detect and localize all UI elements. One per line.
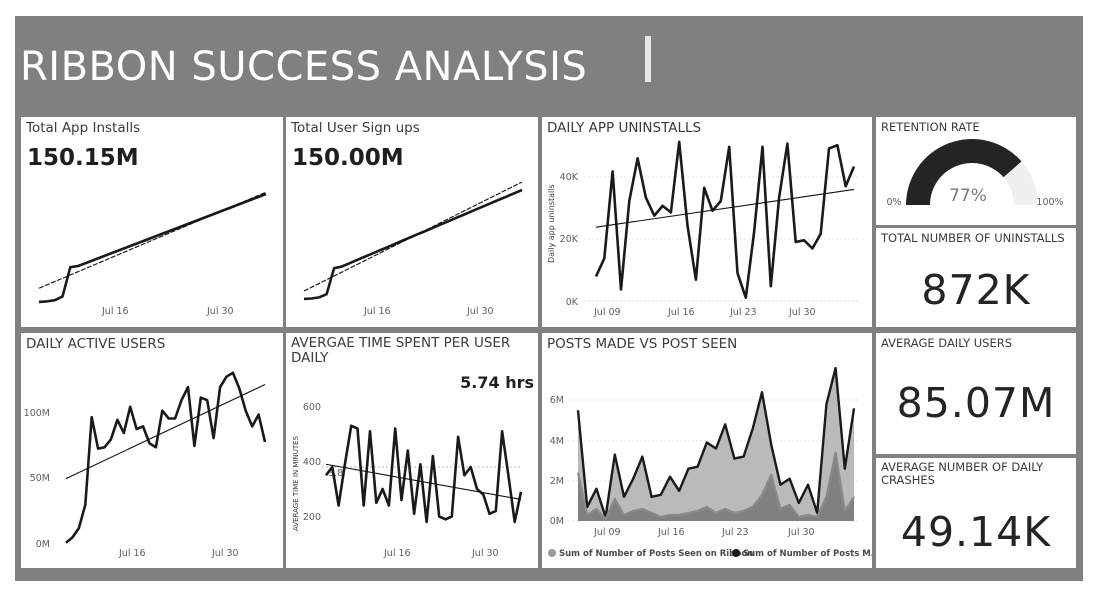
y-tick-label: 6M <box>550 395 564 406</box>
installs-chart: Jul 16 Jul 30 <box>38 191 267 317</box>
y-tick-label: 40K <box>560 172 579 183</box>
x-tick-label: Jul 09 <box>593 527 621 538</box>
x-tick-label: Jul 30 <box>471 548 499 559</box>
series-line <box>594 140 856 299</box>
retention-card[interactable]: RETENTION RATE 77% 0% 100% <box>876 117 1076 225</box>
gauge-value: 77% <box>949 186 987 206</box>
gauge-max-label: 100% <box>1036 197 1063 208</box>
time-spent-card[interactable]: AVERGAE TIME SPENT PER USER DAILY 5.74 h… <box>286 333 538 568</box>
y-tick-label: 20K <box>560 234 579 245</box>
avg-crashes-title: AVERAGE NUMBER OF DAILY CRASHES <box>881 460 1044 487</box>
legend-dot-icon <box>548 549 556 557</box>
installs-card[interactable]: Total App Installs 150.15M Jul 16 Jul 30 <box>21 117 283 327</box>
series-line <box>303 188 523 301</box>
uninstalls-card[interactable]: DAILY APP UNINSTALLS 40K 20K 0K Daily ap… <box>542 117 872 327</box>
legend-label: Sum of Number of Posts Seen on Ribbon <box>559 549 754 559</box>
dau-card[interactable]: DAILY ACTIVE USERS 100M 50M 0M Jul 16 Ju… <box>21 333 283 568</box>
avg-daily-users-card[interactable]: AVERAGE DAILY USERS 85.07M <box>876 333 1076 454</box>
y-axis-label: AVERAGE TIME IN MINUTES <box>292 435 300 531</box>
total-uninstalls-value: 872K <box>921 266 1031 314</box>
y-tick-label: 0K <box>566 297 579 308</box>
y-tick-label: 400 <box>303 457 321 468</box>
avg-crashes-value: 49.14K <box>900 508 1052 556</box>
x-tick-label: Jul 16 <box>657 527 685 538</box>
x-tick-label: Jul 16 <box>118 548 146 559</box>
trend-line <box>38 191 267 289</box>
avg-daily-users-title: AVERAGE DAILY USERS <box>881 336 1013 350</box>
y-tick-label: 600 <box>303 402 321 413</box>
time-spent-chart: 600 400 200 3.8 AVERAGE TIME IN MINUTES … <box>292 402 523 559</box>
x-tick-label: Jul 09 <box>593 307 621 318</box>
x-tick-label: Jul 16 <box>363 306 391 317</box>
signups-chart: Jul 16 Jul 30 <box>303 181 523 317</box>
x-tick-label: Jul 30 <box>788 307 816 318</box>
trend-line <box>595 188 855 228</box>
retention-gauge: 77% 0% 100% <box>886 139 1064 208</box>
y-tick-label: 2M <box>550 476 564 487</box>
legend-item-made[interactable]: Sum of Number of Posts M... <box>732 549 872 559</box>
y-tick-label: 100M <box>24 408 50 419</box>
page-title: RIBBON SUCCESS ANALYSIS <box>20 44 588 90</box>
x-tick-label: Jul 30 <box>206 306 234 317</box>
y-tick-label: 0M <box>36 539 50 550</box>
dau-chart: 100M 50M 0M Jul 16 Jul 30 <box>24 371 267 559</box>
total-uninstalls-title: TOTAL NUMBER OF UNINSTALLS <box>881 231 1065 245</box>
title-accent-bar <box>645 36 651 82</box>
posts-card[interactable]: POSTS MADE VS POST SEEN 6M 4M 2M 0M Jul … <box>542 333 872 568</box>
x-tick-label: Jul 30 <box>466 306 494 317</box>
posts-chart: 6M 4M 2M 0M Jul 09 Jul 16 Jul 23 Jul 30 <box>550 366 860 538</box>
x-tick-label: Jul 16 <box>383 548 411 559</box>
gauge-min-label: 0% <box>886 197 901 208</box>
legend-dot-icon <box>732 549 740 557</box>
legend-label: Sum of Number of Posts M... <box>743 549 872 559</box>
x-tick-label: Jul 16 <box>667 307 695 318</box>
uninstalls-chart: 40K 20K 0K Daily app uninstalls Jul 09 J… <box>547 140 860 318</box>
y-tick-label: 50M <box>30 473 50 484</box>
y-tick-label: 0M <box>550 516 564 527</box>
avg-daily-users-value: 85.07M <box>896 379 1056 427</box>
x-tick-label: Jul 23 <box>729 307 757 318</box>
x-tick-label: Jul 16 <box>101 306 129 317</box>
series-line <box>324 424 523 524</box>
y-tick-label: 4M <box>550 436 564 447</box>
trend-line <box>303 181 523 292</box>
y-axis-label: Daily app uninstalls <box>547 184 556 263</box>
x-tick-label: Jul 23 <box>721 527 749 538</box>
total-uninstalls-card[interactable]: TOTAL NUMBER OF UNINSTALLS 872K <box>876 228 1076 327</box>
signups-card[interactable]: Total User Sign ups 150.00M Jul 16 Jul 3… <box>286 117 538 327</box>
y-tick-label: 200 <box>303 512 321 523</box>
x-tick-label: Jul 30 <box>211 548 239 559</box>
legend-item-seen[interactable]: Sum of Number of Posts Seen on Ribbon <box>548 549 753 559</box>
series-line <box>38 192 267 304</box>
avg-crashes-card[interactable]: AVERAGE NUMBER OF DAILY CRASHES 49.14K <box>876 458 1076 568</box>
x-tick-label: Jul 30 <box>787 527 815 538</box>
